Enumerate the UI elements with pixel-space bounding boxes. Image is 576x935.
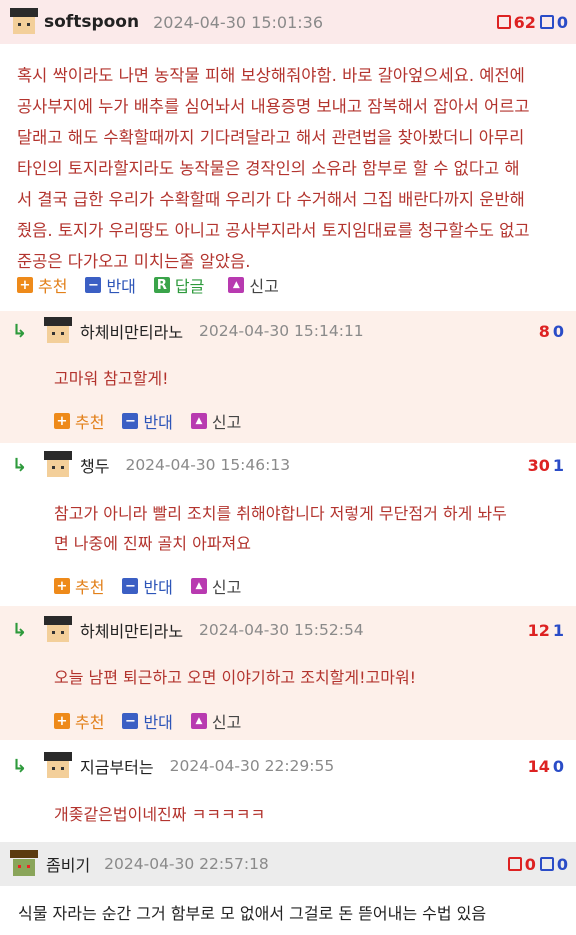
reply-arrow-icon: ↳ (12, 454, 28, 476)
reply-button[interactable]: R 답글 (153, 273, 204, 297)
comment-body: 오늘 남편 퇴근하고 오면 이야기하고 조치할게!고마워! (54, 668, 417, 687)
thumb-down-icon[interactable] (539, 857, 554, 871)
avatar-icon[interactable] (44, 616, 72, 644)
post-up-count: 0 (524, 854, 536, 874)
post-up-count: 62 (513, 12, 536, 32)
post-votes: 62 0 (496, 12, 568, 32)
comment-body: 면 나중에 진짜 골치 아파져요 (54, 534, 251, 553)
comment-date: 2024-04-30 15:14:11 (199, 322, 364, 340)
comment-header: ↳ 지금부터는 2024-04-30 22:29:55 14 0 (0, 749, 576, 783)
post-body: 식물 자라는 순간 그거 함부로 모 없애서 그걸로 돈 뜯어내는 수법 있음 (18, 904, 487, 923)
post-body: 혹시 싹이라도 나면 농작물 피해 보상해줘야함. 바로 갈아엎으세요. 예전에… (17, 60, 565, 277)
post-date: 2024-04-30 22:57:18 (104, 855, 269, 873)
post-header: 좀비기 2024-04-30 22:57:18 0 0 (0, 842, 576, 886)
minus-icon: − (85, 277, 102, 293)
recommend-button[interactable]: + 추천 (54, 409, 104, 433)
comment-header: ↳ 하체비만티라노 2024-04-30 15:14:11 80 (0, 314, 576, 348)
post-body-line: 혹시 싹이라도 나면 농작물 피해 보상해줘야함. 바로 갈아엎으세요. 예전에 (17, 66, 525, 85)
report-icon: ▲ (228, 277, 245, 293)
post-votes: 0 0 (507, 854, 568, 874)
comment-actions: + 추천 − 반대 ▲ 신고 (54, 574, 259, 598)
reply-arrow-icon: ↳ (12, 619, 28, 641)
minus-icon: − (122, 413, 139, 429)
comment-body: 고마워 참고할게! (54, 369, 169, 388)
comment-username[interactable]: 하체비만티라노 (80, 618, 183, 642)
post-body-line: 공사부지에 누가 배추를 심어놔서 내용증명 보내고 잠복해서 잡아서 어르고 (17, 97, 530, 116)
comment-votes: 30 1 (527, 455, 564, 475)
reply-icon: R (153, 277, 170, 293)
recommend-button[interactable]: + 추천 (17, 273, 67, 297)
post-body-line: 서 결국 급한 우리가 수확할때 우리가 다 수거해서 그집 배란다까지 운반해 (17, 190, 525, 209)
avatar-icon[interactable] (44, 317, 72, 345)
comment-votes: 12 1 (527, 620, 564, 640)
post-down-count: 0 (556, 12, 568, 32)
thumb-up-icon[interactable] (507, 857, 522, 871)
comment-username[interactable]: 챙두 (80, 453, 109, 477)
plus-icon: + (54, 578, 70, 594)
comment-header: ↳ 챙두 2024-04-30 15:46:13 30 1 (0, 448, 576, 482)
oppose-button[interactable]: − 반대 (122, 709, 173, 733)
comment-date: 2024-04-30 15:46:13 (125, 456, 291, 474)
post-body-line: 타인의 토지라할지라도 농작물은 경작인의 소유라 함부로 할 수 없다고 해 (17, 159, 520, 178)
recommend-button[interactable]: + 추천 (54, 709, 104, 733)
comment-header: ↳ 하체비만티라노 2024-04-30 15:52:54 12 1 (0, 613, 576, 647)
comment-item: ↳ 챙두 2024-04-30 15:46:13 30 1 참고가 아니라 빨리 … (0, 444, 576, 606)
comment-actions: + 추천 − 반대 ▲ 신고 (54, 709, 259, 733)
post-username[interactable]: 좀비기 (46, 852, 90, 876)
plus-icon: + (54, 413, 70, 429)
report-button[interactable]: ▲ 신고 (190, 709, 241, 733)
oppose-button[interactable]: − 반대 (122, 574, 173, 598)
comment-votes: 14 0 (527, 756, 564, 776)
comment-votes: 80 (538, 321, 564, 341)
thumb-down-icon[interactable] (539, 15, 554, 29)
comment-actions: + 추천 − 반대 ▲ 신고 (54, 409, 259, 433)
report-button[interactable]: ▲ 신고 (228, 273, 279, 297)
avatar-icon[interactable] (10, 8, 38, 36)
comment-username[interactable]: 지금부터는 (80, 754, 154, 778)
post-header: softspoon 2024-04-30 15:01:36 62 0 (0, 0, 576, 44)
post-date: 2024-04-30 15:01:36 (153, 12, 324, 32)
avatar-icon[interactable] (10, 850, 38, 878)
report-button[interactable]: ▲ 신고 (190, 574, 241, 598)
minus-icon: − (122, 578, 139, 594)
post-down-count: 0 (556, 854, 568, 874)
report-icon: ▲ (190, 713, 207, 729)
comment-body: 개좆같은법이네진짜 ㅋㅋㅋㅋㅋ (54, 805, 266, 824)
reply-arrow-icon: ↳ (12, 320, 28, 342)
minus-icon: − (122, 713, 139, 729)
plus-icon: + (54, 713, 70, 729)
plus-icon: + (17, 277, 33, 293)
comment-item: ↳ 하체비만티라노 2024-04-30 15:52:54 12 1 오늘 남편 … (0, 606, 576, 740)
reply-arrow-icon: ↳ (12, 755, 28, 777)
avatar-icon[interactable] (44, 752, 72, 780)
oppose-button[interactable]: − 반대 (85, 273, 136, 297)
recommend-button[interactable]: + 추천 (54, 574, 104, 598)
comment-body: 참고가 아니라 빨리 조치를 취해야합니다 저렇게 무단점거 하게 놔두 (54, 504, 507, 523)
avatar-icon[interactable] (44, 451, 72, 479)
comment-date: 2024-04-30 15:52:54 (199, 621, 364, 639)
comment-item: ↳ 하체비만티라노 2024-04-30 15:14:11 80 고마워 참고할… (0, 311, 576, 443)
report-button[interactable]: ▲ 신고 (190, 409, 241, 433)
report-icon: ▲ (190, 413, 207, 429)
thumb-up-icon[interactable] (496, 15, 511, 29)
oppose-button[interactable]: − 반대 (122, 409, 173, 433)
post-body-line: 달래고 해도 수확할때까지 기다려달라고 해서 관련법을 찾아봤더니 아무리 (17, 128, 525, 147)
comment-date: 2024-04-30 22:29:55 (169, 757, 335, 775)
post-actions: + 추천 − 반대 R 답글 ▲ 신고 (17, 273, 297, 297)
post-username[interactable]: softspoon (44, 12, 139, 32)
report-icon: ▲ (190, 578, 207, 594)
comment-username[interactable]: 하체비만티라노 (80, 319, 183, 343)
post-body-line: 줬음. 토지가 우리땅도 아니고 공사부지라서 토지임대료를 청구할수도 없고 (17, 221, 530, 240)
comment-item: ↳ 지금부터는 2024-04-30 22:29:55 14 0 개좆같은법이네진… (0, 741, 576, 841)
